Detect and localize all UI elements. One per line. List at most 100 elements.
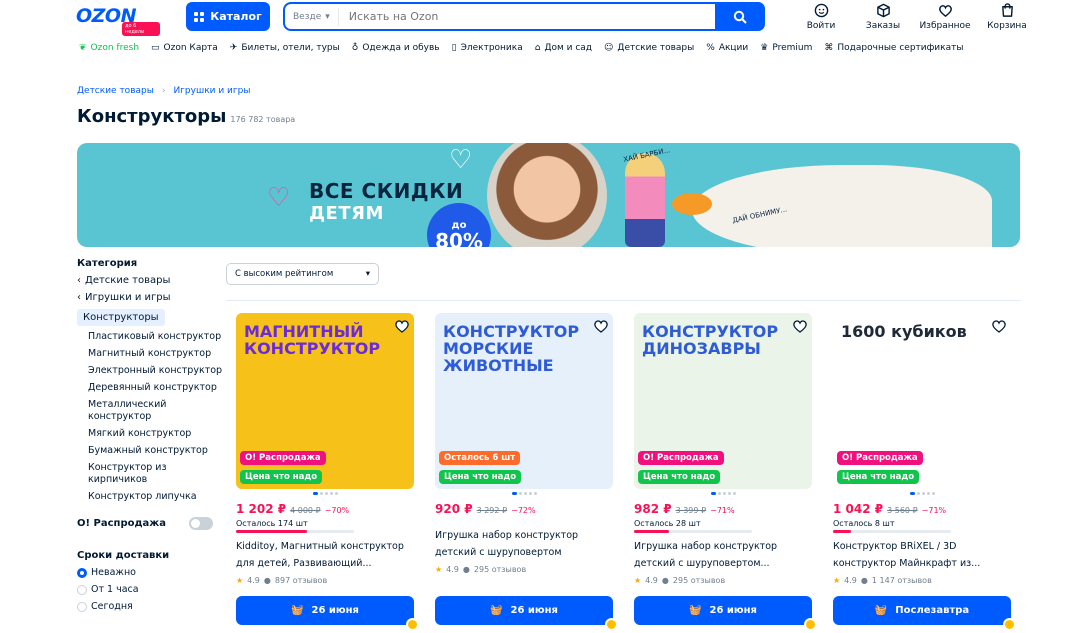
subcategory-link[interactable]: Металлический конструктор (88, 399, 208, 423)
product-image[interactable]: КОНСТРУКТОР МОРСКИЕ ЖИВОТНЫЕ Осталось 6 … (435, 313, 613, 489)
add-to-cart-button[interactable]: 🧺 26 июня (236, 596, 419, 631)
product-image[interactable]: 1600 кубиков О! Распродажа Цена что надо (833, 313, 1011, 489)
star-icon: ★ (833, 576, 841, 585)
category-parent-link[interactable]: ‹ Детские товары (77, 275, 227, 286)
product-rating: ★ 4.9 ● 295 отзывов (435, 565, 613, 574)
image-pager[interactable] (634, 492, 812, 496)
delivery-option[interactable]: От 1 часа (77, 584, 169, 595)
nav-item-clothes[interactable]: ♁ Одежда и обувь (352, 43, 440, 53)
reviews-count[interactable]: 295 отзывов (474, 565, 526, 574)
image-pager[interactable] (833, 492, 1011, 496)
product-card[interactable]: КОНСТРУКТОР ДИНОЗАВРЫ О! Распродажа Цена… (634, 313, 817, 631)
comment-icon: ● (661, 576, 669, 585)
delivery-filter: Сроки доставки Неважно От 1 часа Сегодня (77, 550, 169, 612)
product-card[interactable]: 1600 кубиков О! Распродажа Цена что надо… (833, 313, 1016, 631)
subcategory-link[interactable]: Магнитный конструктор (88, 348, 227, 360)
nav-item-kids[interactable]: ☺ Детские товары (604, 43, 694, 53)
price-discount: −72% (511, 506, 536, 515)
nav-item-ozon-card[interactable]: ▭ Ozon Карта (151, 43, 218, 53)
nav-item-tickets[interactable]: ✈ Билеты, отели, туры (230, 43, 340, 53)
category-active[interactable]: Конструкторы (77, 309, 165, 326)
image-pager[interactable] (236, 492, 414, 496)
add-to-cart-button[interactable]: 🧺 26 июня (634, 596, 817, 631)
heart-icon: ♡ (267, 183, 291, 213)
breadcrumb-link[interactable]: Детские товары (77, 86, 154, 96)
price-current: 982 ₽ (634, 502, 672, 516)
nav-item-ozon-fresh[interactable]: ❦ Ozon fresh (79, 43, 139, 53)
product-card[interactable]: МАГНИТНЫЙ КОНСТРУКТОР О! Распродажа Цена… (236, 313, 419, 631)
delivery-option[interactable]: Неважно (77, 567, 169, 578)
subcategory-link[interactable]: Конструктор липучка (88, 491, 227, 503)
product-image-title: 1600 кубиков (841, 322, 967, 341)
image-pager[interactable] (435, 492, 613, 496)
catalog-label: Каталог (210, 10, 262, 23)
favorites-button[interactable]: Избранное (914, 3, 976, 31)
product-rating: ★ 4.9 ● 897 отзывов (236, 576, 414, 585)
sort-select[interactable]: С высоким рейтингом ▾ (226, 263, 379, 285)
add-to-cart-button[interactable]: 🧺 Послезавтра (833, 596, 1016, 631)
subcategory-link[interactable]: Конструктор из кирпичиков (88, 462, 227, 486)
nav-item-sales[interactable]: % Акции (706, 43, 748, 53)
search-input[interactable] (338, 10, 715, 23)
favorite-heart-icon[interactable] (792, 318, 808, 334)
add-to-cart-button[interactable]: 🧺 26 июня (435, 596, 618, 631)
sort-selected-label: С высоким рейтингом (235, 269, 334, 279)
cart-icon: 🧺 (291, 605, 304, 616)
category-parent-link[interactable]: ‹ Игрушки и игры (77, 292, 227, 303)
product-name[interactable]: Конструктор BRiXEL / 3D конструктор Майн… (833, 538, 1011, 572)
login-button[interactable]: Войти (790, 3, 852, 31)
divider (226, 300, 1021, 301)
catalog-button[interactable]: Каталог (186, 2, 270, 31)
subcategory-link[interactable]: Бумажный конструктор (88, 445, 227, 457)
cart-button[interactable]: Корзина (976, 3, 1038, 31)
breadcrumb-link[interactable]: Игрушки и игры (173, 86, 250, 96)
favorite-heart-icon[interactable] (593, 318, 609, 334)
search-button[interactable] (715, 2, 765, 31)
product-name[interactable]: Игрушка набор конструктор детский с шуру… (634, 538, 812, 572)
product-count: 176 782 товара (230, 115, 296, 124)
reviews-count[interactable]: 295 отзывов (673, 576, 725, 585)
sale-toggle[interactable] (189, 517, 213, 530)
stock-bar-fill (236, 530, 307, 533)
product-price: 920 ₽ 3 292 ₽ −72% (435, 502, 613, 516)
sale-filter-label: О! Распродажа (77, 518, 167, 529)
nav-label: Подарочные сертификаты (837, 43, 964, 53)
reviews-count[interactable]: 1 147 отзывов (872, 576, 932, 585)
product-name[interactable]: Kidditoy, Магнитный конструктор для дете… (236, 538, 414, 572)
price-badge: Цена что надо (638, 470, 721, 484)
favorite-heart-icon[interactable] (991, 318, 1007, 334)
favorite-heart-icon[interactable] (394, 318, 410, 334)
delivery-option[interactable]: Сегодня (77, 601, 169, 612)
promo-banner[interactable]: ♡ ♡ ♡ ВСЕ СКИДКИ ДЕТЯМ до 80% ХАЙ БАРБИ.… (77, 143, 1020, 247)
nav-item-electronics[interactable]: ▯ Электроника (452, 43, 523, 53)
plane-icon: ✈ (229, 43, 238, 53)
product-image[interactable]: КОНСТРУКТОР ДИНОЗАВРЫ О! Распродажа Цена… (634, 313, 812, 489)
search-icon (733, 10, 747, 24)
delivery-date-label: 26 июня (311, 605, 359, 616)
subcategory-link[interactable]: Электронный конструктор (88, 365, 227, 377)
search-scope-select[interactable]: Везде ▾ (285, 7, 339, 26)
nav-item-premium[interactable]: ♛ Premium (760, 43, 812, 53)
price-old: 4 000 ₽ (290, 506, 321, 515)
nav-item-home[interactable]: ⌂ Дом и сад (535, 43, 592, 53)
orders-button[interactable]: Заказы (852, 3, 914, 31)
cart-icon: 🧺 (874, 605, 888, 616)
cart-icon: 🧺 (689, 605, 702, 616)
product-image[interactable]: МАГНИТНЫЙ КОНСТРУКТОР О! Распродажа Цена… (236, 313, 414, 489)
subcategory-link[interactable]: Деревянный конструктор (88, 382, 227, 394)
chevron-left-icon: ‹ (77, 292, 81, 303)
product-name[interactable]: Игрушка набор конструктор детский с шуру… (435, 527, 613, 561)
user-icon (814, 3, 828, 18)
reviews-count[interactable]: 897 отзывов (275, 576, 327, 585)
grid-icon (194, 11, 205, 22)
price-discount: −71% (921, 506, 947, 515)
leaf-icon: ❦ (79, 43, 87, 53)
product-card[interactable]: КОНСТРУКТОР МОРСКИЕ ЖИВОТНЫЕ Осталось 6 … (435, 313, 618, 631)
subcategory-link[interactable]: Мягкий конструктор (88, 428, 227, 440)
rating-value: 4.9 (844, 576, 857, 585)
nav-label: Ozon Карта (163, 43, 218, 53)
nav-label: Электроника (460, 43, 523, 53)
nav-item-gift-cards[interactable]: ⌘ Подарочные сертификаты (824, 43, 963, 53)
ozon-logo[interactable]: OZON до 6 недели (76, 5, 160, 36)
subcategory-link[interactable]: Пластиковый конструктор (88, 331, 227, 343)
